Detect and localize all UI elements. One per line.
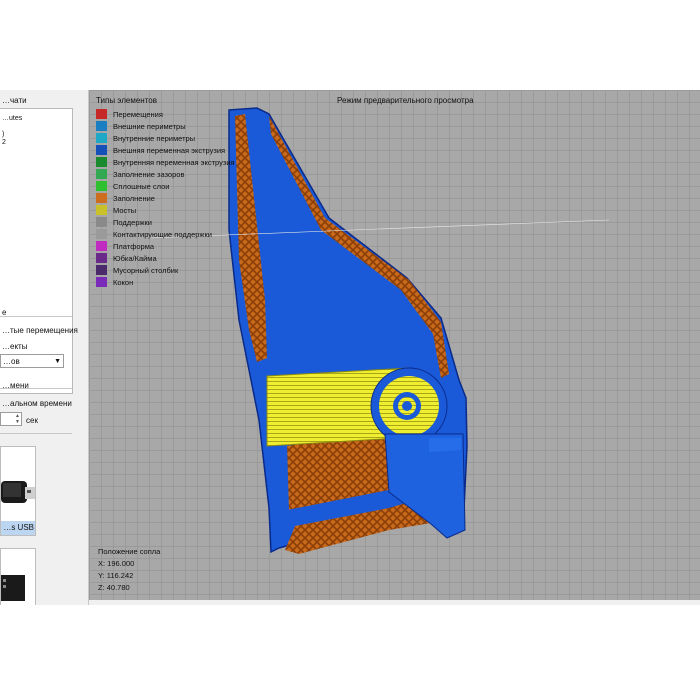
nozzle-y: Y: 116.242: [98, 571, 134, 580]
legend-swatch: [96, 265, 107, 275]
legend-label: Заполнение: [113, 193, 155, 203]
legend-swatch: [96, 205, 107, 215]
legend-swatch: [96, 157, 107, 167]
seconds-spinbox[interactable]: ▲ ▼: [0, 412, 22, 426]
nozzle-z: Z: 40.780: [98, 583, 130, 592]
legend-item: Контактирующие поддержки: [96, 228, 235, 240]
legend-label: Заполнение зазоров: [113, 169, 185, 179]
usb-drive-icon: [1, 481, 35, 503]
legend-label: Юбка/Кайма: [113, 253, 157, 263]
legend-item: Мусорный столбик: [96, 264, 235, 276]
tree-item[interactable]: ): [2, 131, 4, 138]
device-sd-tile[interactable]: [0, 548, 36, 605]
legend-swatch: [96, 181, 107, 191]
legend-item: Сплошные слои: [96, 180, 235, 192]
feature-type-legend: Типы элементов Перемещения Внешние периме…: [96, 96, 235, 288]
legend-swatch: [96, 217, 107, 227]
tree-item[interactable]: 2: [2, 139, 6, 146]
legend-item: Юбка/Кайма: [96, 252, 235, 264]
legend-label: Внешние периметры: [113, 121, 186, 131]
legend-label: Внутренняя переменная экструзия: [113, 157, 235, 167]
travel-section-title: e: [2, 308, 7, 317]
legend-item: Внутренняя переменная экструзия: [96, 156, 235, 168]
tree-item[interactable]: …utes: [2, 115, 22, 122]
objects-label: …екты: [2, 342, 28, 351]
legend-label: Мосты: [113, 205, 137, 215]
nozzle-position: Положение сопла X: 196.000 Y: 116.242 Z:…: [98, 546, 160, 594]
sd-card-icon: [1, 575, 25, 601]
legend-item: Платформа: [96, 240, 235, 252]
legend-item: Поддержки: [96, 216, 235, 228]
legend-item: Перемещения: [96, 108, 235, 120]
legend-swatch: [96, 169, 107, 179]
legend-label: Внешняя переменная экструзия: [113, 145, 226, 155]
legend-item: Кокон: [96, 276, 235, 288]
legend-label: Внутренние периметры: [113, 133, 196, 143]
device-usb-tile[interactable]: …s USB: [0, 446, 36, 536]
realtime-label: …альном времени: [2, 399, 72, 408]
nozzle-title: Положение сопла: [98, 547, 161, 556]
objects-select[interactable]: …ов ▼: [0, 354, 64, 368]
preview-mode-title: Режим предварительного просмотра: [337, 96, 474, 105]
legend-label: Сплошные слои: [113, 181, 170, 191]
legend-item: Мосты: [96, 204, 235, 216]
divider: [0, 316, 72, 317]
legend-item: Заполнение зазоров: [96, 168, 235, 180]
time-section-title: …мени: [2, 381, 29, 390]
slicer-window: …чати …utes ) 2 e …тые перемещения …екты…: [0, 90, 700, 605]
legend-label: Кокон: [113, 277, 134, 287]
legend-title: Типы элементов: [96, 96, 157, 105]
legend-label: Платформа: [113, 241, 155, 251]
legend-label: Мусорный столбик: [113, 265, 179, 275]
legend-label: Поддержки: [113, 217, 152, 227]
preview-viewport[interactable]: Режим предварительного просмотра Типы эл…: [89, 90, 700, 600]
legend-item: Внутренние периметры: [96, 132, 235, 144]
left-panel: …чати …utes ) 2 e …тые перемещения …екты…: [0, 90, 89, 605]
legend-swatch: [96, 241, 107, 251]
objects-select-value: …ов: [3, 357, 20, 366]
legend-swatch: [96, 121, 107, 131]
seconds-unit: сек: [26, 416, 38, 425]
legend-label: Перемещения: [113, 109, 163, 119]
device-usb-label: …s USB: [1, 521, 35, 535]
legend-item: Внешняя переменная экструзия: [96, 144, 235, 156]
legend-swatch: [96, 277, 107, 287]
chevron-down-icon: ▼: [54, 358, 61, 365]
legend-swatch: [96, 193, 107, 203]
legend-swatch: [96, 109, 107, 119]
print-section-title: …чати: [2, 96, 27, 105]
object-tree[interactable]: …utes ) 2: [0, 108, 73, 394]
legend-label: Контактирующие поддержки: [113, 229, 212, 239]
divider: [0, 433, 72, 434]
legend-item: Внешние периметры: [96, 120, 235, 132]
legend-swatch: [96, 133, 107, 143]
legend-swatch: [96, 229, 107, 239]
legend-item: Заполнение: [96, 192, 235, 204]
nozzle-x: X: 196.000: [98, 559, 135, 568]
legend-swatch: [96, 145, 107, 155]
show-travel-checkbox-label[interactable]: …тые перемещения: [2, 326, 78, 335]
legend-swatch: [96, 253, 107, 263]
spin-down-icon[interactable]: ▼: [15, 419, 20, 425]
